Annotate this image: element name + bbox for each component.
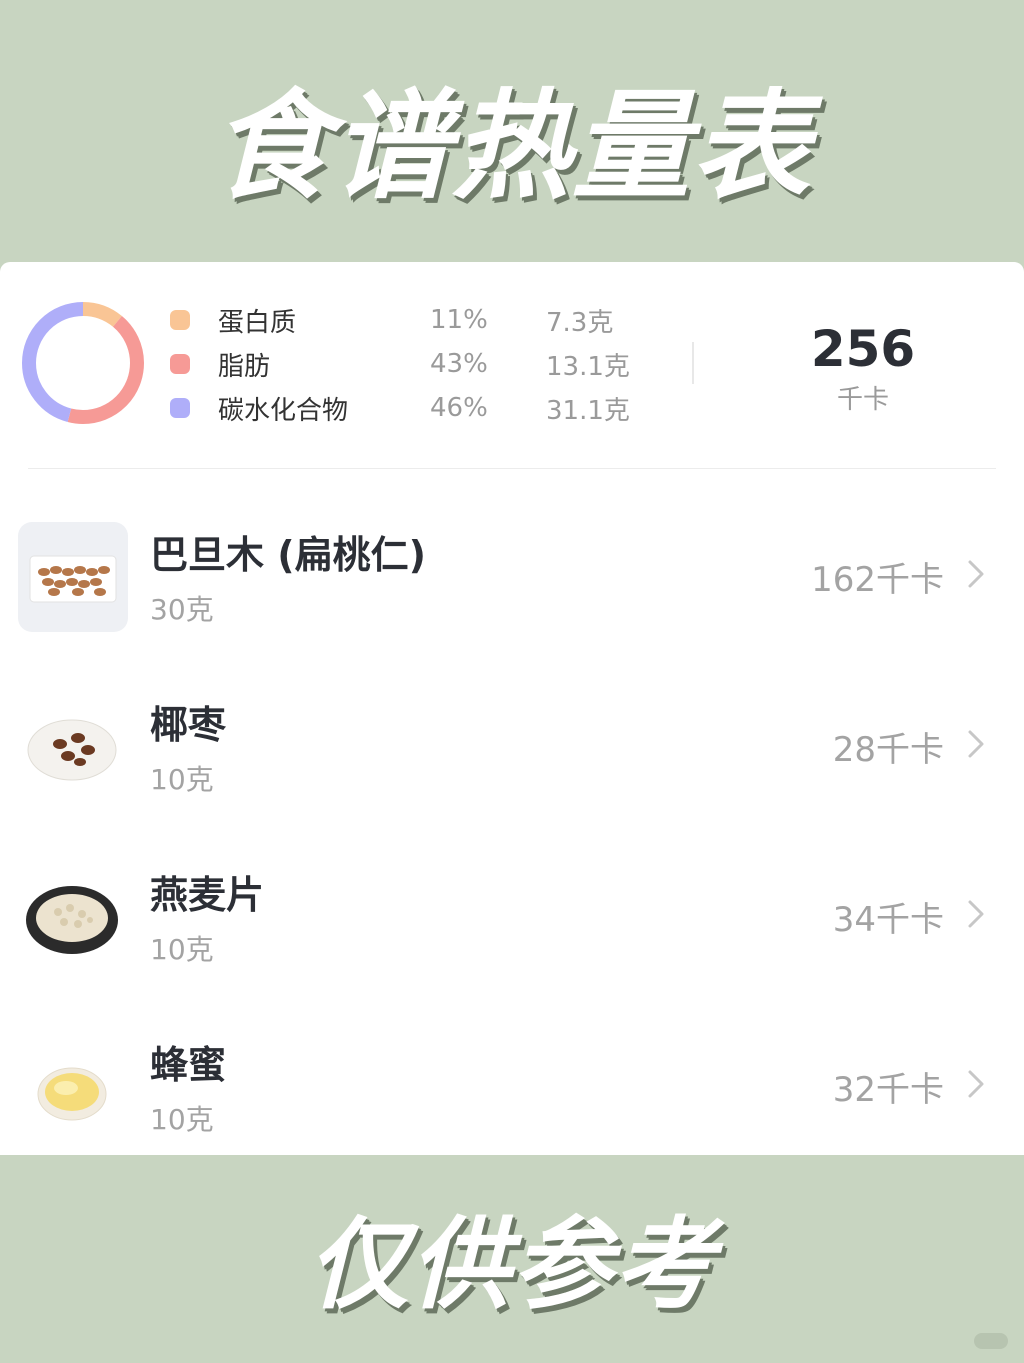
total-kcal-value: 256 <box>810 320 916 378</box>
legend-row-carbs: 碳水化合物 46% 31.1克 <box>170 390 630 426</box>
food-name: 蜂蜜 <box>150 1043 227 1087</box>
food-weight: 10克 <box>150 1103 214 1136</box>
legend-grams: 7.3克 <box>546 307 614 338</box>
almonds-icon <box>18 522 128 632</box>
page-title: 食谱热量表 <box>211 76 812 215</box>
food-kcal: 32千卡 <box>832 1070 944 1110</box>
legend-percent: 43% <box>430 349 488 379</box>
legend-name: 蛋白质 <box>218 307 297 338</box>
honey-icon <box>18 1032 128 1142</box>
food-name: 椰枣 <box>150 703 227 747</box>
macro-donut-chart <box>22 302 144 424</box>
legend-name: 脂肪 <box>218 351 271 382</box>
food-row-honey[interactable]: 蜂蜜 10克 32千卡 <box>0 1012 1024 1172</box>
food-row-dates[interactable]: 椰枣 10克 28千卡 <box>0 672 1024 832</box>
macro-summary: 蛋白质 11% 7.3克 脂肪 43% 13.1克 碳水化合物 46% 31.1… <box>0 262 1024 468</box>
chevron-right-icon[interactable] <box>964 724 990 764</box>
chevron-right-icon[interactable] <box>964 1064 990 1104</box>
footer-caption: 仅供参考 <box>308 1205 716 1323</box>
chevron-right-icon[interactable] <box>964 554 990 594</box>
protein-color-dot <box>170 310 190 330</box>
food-row-oats[interactable]: 燕麦片 10克 34千卡 <box>0 842 1024 1002</box>
dates-icon <box>18 692 128 802</box>
carbs-color-dot <box>170 398 190 418</box>
total-kcal-unit: 千卡 <box>836 385 889 415</box>
legend-grams: 13.1克 <box>546 351 630 382</box>
fat-color-dot <box>170 354 190 374</box>
legend-row-protein: 蛋白质 11% 7.3克 <box>170 302 613 338</box>
food-name: 巴旦木 (扁桃仁) <box>150 533 426 577</box>
food-kcal: 28千卡 <box>832 730 944 770</box>
food-row-almonds[interactable]: 巴旦木 (扁桃仁) 30克 162千卡 <box>0 502 1024 662</box>
legend-grams: 31.1克 <box>546 395 630 426</box>
food-kcal: 34千卡 <box>832 900 944 940</box>
legend-percent: 11% <box>430 305 488 335</box>
chevron-right-icon[interactable] <box>964 894 990 934</box>
legend-row-fat: 脂肪 43% 13.1克 <box>170 346 630 382</box>
watermark-badge <box>974 1333 1008 1349</box>
oats-icon <box>18 862 128 972</box>
legend-name: 碳水化合物 <box>218 395 349 426</box>
vertical-divider <box>692 342 694 384</box>
legend-percent: 46% <box>430 393 488 423</box>
nutrition-card: 蛋白质 11% 7.3克 脂肪 43% 13.1克 碳水化合物 46% 31.1… <box>0 262 1024 1155</box>
food-name: 燕麦片 <box>150 873 265 917</box>
food-weight: 10克 <box>150 933 214 966</box>
section-divider <box>28 468 996 469</box>
food-kcal: 162千卡 <box>811 560 944 600</box>
food-weight: 30克 <box>150 593 214 626</box>
food-weight: 10克 <box>150 763 214 796</box>
